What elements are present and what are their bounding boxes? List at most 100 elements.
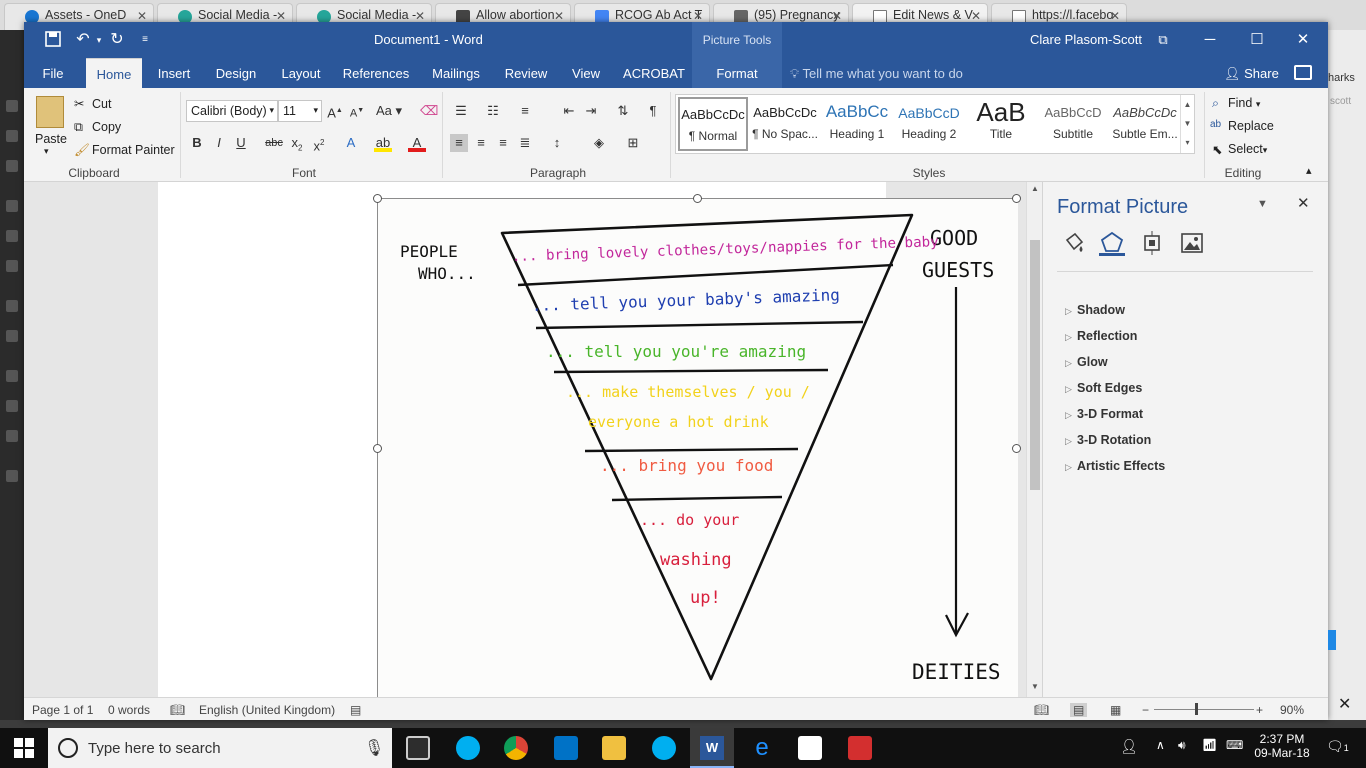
highlight-icon[interactable]: ab	[374, 134, 392, 152]
shrink-font-icon[interactable]: A▼	[348, 102, 366, 120]
network-icon[interactable]: 📶︎	[1202, 738, 1217, 752]
keyboard-icon[interactable]: ⌨︎	[1226, 738, 1243, 752]
tab-references[interactable]: References	[338, 58, 414, 88]
style-normal[interactable]: AaBbCcDc ¶ Normal	[678, 97, 748, 151]
tab-insert[interactable]: Insert	[150, 58, 198, 88]
font-size-dropdown[interactable]: 11 ▾	[278, 100, 322, 122]
tell-me-search[interactable]: 💡︎ Tell me what you want to do	[790, 66, 963, 82]
close-tab-icon[interactable]: ✕	[832, 9, 842, 23]
resize-handle[interactable]	[373, 444, 382, 453]
pane-options-icon[interactable]: ▼	[1257, 198, 1268, 210]
edge-icon[interactable]: e	[750, 736, 774, 760]
tab-view[interactable]: View	[564, 58, 608, 88]
tab-design[interactable]: Design	[208, 58, 264, 88]
zoom-out-icon[interactable]: −	[1142, 703, 1149, 717]
scroll-thumb[interactable]	[1030, 240, 1040, 490]
subscript-icon[interactable]: x2	[288, 134, 306, 153]
clock[interactable]: 2:37 PM 09-Mar-18	[1250, 732, 1314, 760]
show-formatting-icon[interactable]: ¶	[644, 102, 662, 120]
people-icon[interactable]: 👤︎	[1120, 738, 1138, 755]
align-left-icon[interactable]: ≡	[450, 134, 468, 152]
taskbar-search[interactable]: Type here to search 🎙︎	[48, 728, 392, 768]
replace-icon[interactable]: ab	[1210, 119, 1221, 130]
zoom-slider[interactable]	[1154, 709, 1254, 710]
maximize-icon[interactable]: ☐	[1242, 28, 1272, 52]
document-page[interactable]: PEOPLE WHO... GOOD GUESTS DEITIES ... br…	[158, 182, 1021, 698]
volume-icon[interactable]: 🔊︎	[1178, 738, 1186, 753]
sort-icon[interactable]: ⇅	[614, 102, 632, 120]
align-right-icon[interactable]: ≡	[494, 134, 512, 152]
align-center-icon[interactable]: ≡	[472, 134, 490, 152]
scroll-down-icon[interactable]: ▼	[1031, 682, 1039, 691]
notifications-icon[interactable]: 🗨︎1	[1326, 738, 1349, 755]
photos-icon[interactable]	[798, 736, 822, 760]
pane-section-artistic-effects[interactable]: ▷ Artistic Effects	[1065, 459, 1165, 473]
close-tab-icon[interactable]: ✕	[1110, 9, 1120, 23]
bullets-icon[interactable]: ☰	[452, 102, 470, 120]
microphone-icon[interactable]: 🎙︎	[364, 738, 384, 758]
macro-icon[interactable]: ▤	[350, 703, 361, 717]
skype-business-icon[interactable]	[652, 736, 676, 760]
close-tab-icon[interactable]: ✕	[693, 9, 703, 23]
style-title[interactable]: AaB Title	[966, 97, 1036, 151]
minimize-icon[interactable]: ─	[1195, 28, 1225, 52]
picture-icon[interactable]	[1179, 230, 1205, 256]
increase-indent-icon[interactable]: ⇥	[582, 102, 600, 120]
resize-handle[interactable]	[1012, 194, 1021, 203]
close-tab-icon[interactable]: ✕	[415, 9, 425, 23]
scissors-icon[interactable]: ✂	[74, 96, 84, 111]
chevron-down-icon[interactable]: ▾	[44, 146, 49, 157]
tab-home[interactable]: Home	[86, 58, 142, 88]
style-heading-2[interactable]: AaBbCcD Heading 2	[894, 97, 964, 151]
print-layout-icon[interactable]: ▤	[1070, 703, 1088, 717]
skype-icon[interactable]	[456, 736, 480, 760]
page-count[interactable]: Page 1 of 1	[32, 703, 93, 717]
copy-icon[interactable]: ⧉	[74, 120, 83, 135]
web-layout-icon[interactable]: ▦	[1110, 703, 1121, 717]
tab-file[interactable]: File	[34, 58, 72, 88]
styles-scroll[interactable]: ▲ ▼ ▾	[1180, 95, 1194, 153]
change-case-button[interactable]: Aa ▾	[374, 102, 404, 120]
resize-handle[interactable]	[1012, 444, 1021, 453]
clear-formatting-icon[interactable]: ⌫	[420, 102, 438, 120]
style-subtitle[interactable]: AaBbCcD Subtitle	[1038, 97, 1108, 151]
collapse-ribbon-icon[interactable]: ▴	[1306, 164, 1312, 177]
line-spacing-icon[interactable]: ↕	[548, 134, 566, 152]
layout-properties-icon[interactable]	[1139, 230, 1165, 256]
numbering-icon[interactable]: ☷	[484, 102, 502, 120]
word-count[interactable]: 0 words	[108, 703, 150, 717]
tab-format[interactable]: Format	[692, 58, 782, 88]
find-button[interactable]: Find ▾	[1228, 96, 1260, 110]
close-tab-icon[interactable]: ✕	[971, 9, 981, 23]
windows-start-icon[interactable]	[14, 738, 34, 761]
close-icon[interactable]: ✕	[1288, 28, 1318, 52]
file-explorer-icon[interactable]	[602, 736, 626, 760]
font-name-dropdown[interactable]: Calibri (Body) ▾	[186, 100, 278, 122]
store-icon[interactable]	[406, 736, 430, 760]
strikethrough-icon[interactable]: abc	[264, 134, 284, 152]
pane-section-reflection[interactable]: ▷ Reflection	[1065, 329, 1137, 343]
decrease-indent-icon[interactable]: ⇤	[560, 102, 578, 120]
shading-icon[interactable]: ◈	[590, 134, 608, 152]
style-no-spacing[interactable]: AaBbCcDc ¶ No Spac...	[750, 97, 820, 151]
paste-button[interactable]: Paste	[35, 132, 67, 146]
style-heading-1[interactable]: AaBbCc Heading 1	[822, 97, 892, 151]
underline-icon[interactable]: U	[232, 134, 250, 152]
pane-section-soft-edges[interactable]: ▷ Soft Edges	[1065, 381, 1142, 395]
justify-icon[interactable]: ≣	[516, 134, 534, 152]
cut-button[interactable]: Cut	[92, 97, 111, 111]
paste-icon[interactable]	[36, 96, 64, 128]
close-tab-icon[interactable]: ✕	[276, 9, 286, 23]
proofing-icon[interactable]: 📖︎	[170, 703, 185, 717]
effects-icon[interactable]	[1099, 230, 1125, 256]
pane-section-3d-rotation[interactable]: ▷ 3-D Rotation	[1065, 433, 1151, 447]
ribbon-display-icon[interactable]: ⧉	[1148, 28, 1178, 52]
chrome-icon[interactable]	[504, 736, 528, 760]
select-icon[interactable]: ⬉	[1212, 142, 1222, 157]
save-icon[interactable]	[44, 31, 62, 49]
word-taskbar-button[interactable]: W	[690, 728, 734, 768]
scroll-up-icon[interactable]: ▲	[1031, 184, 1039, 193]
pane-section-shadow[interactable]: ▷ Shadow	[1065, 303, 1125, 317]
show-hidden-icons[interactable]: ∧	[1156, 738, 1165, 752]
tab-acrobat[interactable]: ACROBAT	[618, 58, 690, 88]
